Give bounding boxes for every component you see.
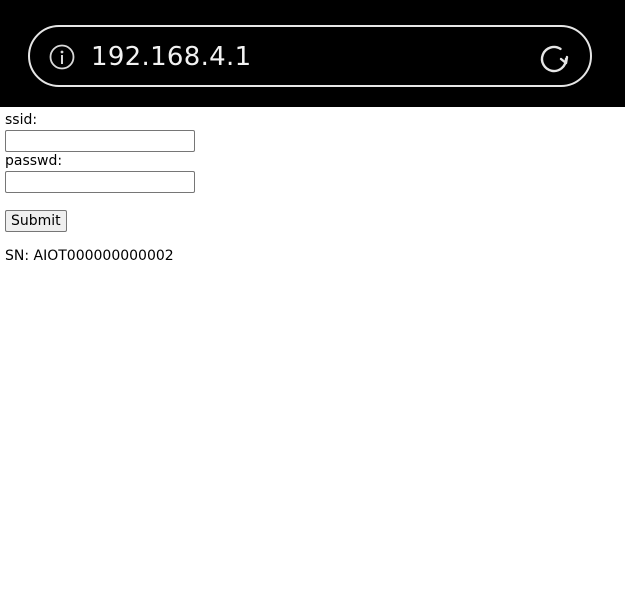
submit-button[interactable]: Submit bbox=[5, 210, 67, 232]
info-icon[interactable] bbox=[49, 44, 75, 70]
reload-icon[interactable] bbox=[536, 41, 572, 77]
wifi-config-form: ssid: passwd: Submit SN: AIOT00000000000… bbox=[5, 111, 605, 264]
url-text[interactable]: 192.168.4.1 bbox=[91, 41, 251, 73]
browser-toolbar: 192.168.4.1 bbox=[0, 0, 625, 107]
passwd-label: passwd: bbox=[5, 153, 63, 169]
address-bar[interactable]: 192.168.4.1 bbox=[28, 25, 592, 87]
passwd-input[interactable] bbox=[5, 171, 195, 193]
serial-number: SN: AIOT000000000002 bbox=[5, 248, 174, 264]
ssid-input[interactable] bbox=[5, 130, 195, 152]
ssid-label: ssid: bbox=[5, 112, 38, 128]
